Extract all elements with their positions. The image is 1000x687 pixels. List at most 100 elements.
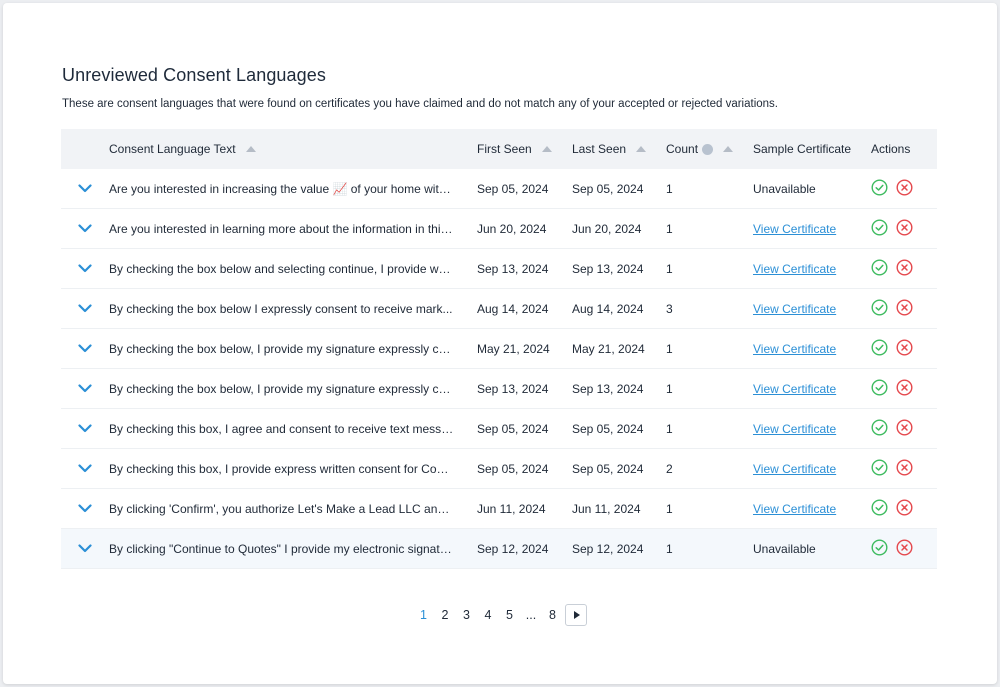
reject-button[interactable] <box>896 418 913 439</box>
reject-button[interactable] <box>896 378 913 399</box>
accept-button[interactable] <box>871 538 888 559</box>
page-number[interactable]: 5 <box>499 608 521 622</box>
info-icon[interactable] <box>702 143 714 155</box>
chevron-down-icon <box>78 464 92 473</box>
consent-text: Are you interested in increasing the val… <box>109 181 454 196</box>
table-row[interactable]: By checking the box below and selecting … <box>61 249 937 289</box>
chevron-down-icon <box>78 504 92 513</box>
view-certificate-link[interactable]: View Certificate <box>753 302 836 316</box>
chevron-down-icon <box>78 304 92 313</box>
expand-row-button[interactable] <box>61 304 109 313</box>
view-certificate-link[interactable]: View Certificate <box>753 262 836 276</box>
table-row[interactable]: By checking the box below, I provide my … <box>61 369 937 409</box>
view-certificate-link[interactable]: View Certificate <box>753 382 836 396</box>
accept-button[interactable] <box>871 498 888 519</box>
actions-cell <box>871 378 937 399</box>
page-number[interactable]: 1 <box>413 608 435 622</box>
table-row[interactable]: By checking this box, I agree and consen… <box>61 409 937 449</box>
header-first-seen[interactable]: First Seen <box>477 142 572 156</box>
chevron-down-icon <box>78 224 92 233</box>
view-certificate-link[interactable]: View Certificate <box>753 462 836 476</box>
actions-cell <box>871 298 937 319</box>
page-number[interactable]: 8 <box>542 608 564 622</box>
expand-row-button[interactable] <box>61 344 109 353</box>
next-page-button[interactable] <box>565 604 588 626</box>
accept-button[interactable] <box>871 458 888 479</box>
page-number[interactable]: 2 <box>434 608 456 622</box>
expand-row-button[interactable] <box>61 464 109 473</box>
sort-up-icon[interactable] <box>723 146 734 152</box>
table-row[interactable]: Are you interested in learning more abou… <box>61 209 937 249</box>
table-row[interactable]: By clicking "Continue to Quotes" I provi… <box>61 529 937 569</box>
last-seen-cell: Sep 13, 2024 <box>572 381 644 396</box>
check-circle-icon <box>871 218 888 239</box>
view-certificate-link[interactable]: View Certificate <box>753 342 836 356</box>
expand-row-button[interactable] <box>61 224 109 233</box>
consent-text-cell: By clicking "Continue to Quotes" I provi… <box>109 542 477 556</box>
header-last-seen[interactable]: Last Seen <box>572 142 666 156</box>
reject-button[interactable] <box>896 178 913 199</box>
table-row[interactable]: By checking the box below I expressly co… <box>61 289 937 329</box>
x-circle-icon <box>896 338 913 359</box>
check-circle-icon <box>871 498 888 519</box>
accept-button[interactable] <box>871 338 888 359</box>
consent-text: Are you interested in learning more abou… <box>109 221 454 236</box>
check-circle-icon <box>871 258 888 279</box>
chevron-down-icon <box>78 184 92 193</box>
accept-button[interactable] <box>871 378 888 399</box>
consent-text-cell: By checking the box below I expressly co… <box>109 302 477 316</box>
page-subtitle: These are consent languages that were fo… <box>62 98 778 110</box>
view-certificate-link[interactable]: View Certificate <box>753 222 836 236</box>
last-seen-cell: Sep 05, 2024 <box>572 181 644 196</box>
accept-button[interactable] <box>871 178 888 199</box>
header-text[interactable]: Consent Language Text <box>109 142 477 156</box>
header-first-seen-label: First Seen <box>477 142 532 156</box>
consent-card: Unreviewed Consent Languages These are c… <box>3 3 997 684</box>
table-row[interactable]: Are you interested in increasing the val… <box>61 169 937 209</box>
table-row[interactable]: By checking this box, I provide express … <box>61 449 937 489</box>
expand-row-button[interactable] <box>61 504 109 513</box>
table-row[interactable]: By checking the box below, I provide my … <box>61 329 937 369</box>
view-certificate-link[interactable]: View Certificate <box>753 422 836 436</box>
header-last-seen-label: Last Seen <box>572 142 627 156</box>
expand-row-button[interactable] <box>61 384 109 393</box>
reject-button[interactable] <box>896 498 913 519</box>
x-circle-icon <box>896 418 913 439</box>
view-certificate-link[interactable]: View Certificate <box>753 502 836 516</box>
reject-button[interactable] <box>896 218 913 239</box>
header-count[interactable]: Count <box>666 142 753 156</box>
accept-button[interactable] <box>871 418 888 439</box>
reject-button[interactable] <box>896 458 913 479</box>
count-cell: 3 <box>666 301 673 316</box>
sort-up-icon[interactable] <box>245 146 256 152</box>
reject-button[interactable] <box>896 298 913 319</box>
expand-row-button[interactable] <box>61 544 109 553</box>
sort-up-icon[interactable] <box>636 146 647 152</box>
expand-row-button[interactable] <box>61 184 109 193</box>
sort-up-icon[interactable] <box>541 146 552 152</box>
page-ellipsis: ... <box>525 608 537 622</box>
first-seen-cell: Sep 12, 2024 <box>477 541 549 556</box>
x-circle-icon <box>896 298 913 319</box>
actions-cell <box>871 218 937 239</box>
actions-cell <box>871 178 937 199</box>
page-number[interactable]: 4 <box>477 608 499 622</box>
expand-row-button[interactable] <box>61 424 109 433</box>
table-header: Consent Language Text First Seen Last Se… <box>61 129 937 169</box>
accept-button[interactable] <box>871 218 888 239</box>
actions-cell <box>871 458 937 479</box>
expand-row-button[interactable] <box>61 264 109 273</box>
table-row[interactable]: By clicking 'Confirm', you authorize Let… <box>61 489 937 529</box>
first-seen-cell: Sep 05, 2024 <box>477 181 549 196</box>
accept-button[interactable] <box>871 258 888 279</box>
reject-button[interactable] <box>896 258 913 279</box>
first-seen-cell: Sep 05, 2024 <box>477 421 549 436</box>
accept-button[interactable] <box>871 298 888 319</box>
consent-table: Consent Language Text First Seen Last Se… <box>61 129 937 569</box>
reject-button[interactable] <box>896 338 913 359</box>
first-seen-cell: Sep 13, 2024 <box>477 381 549 396</box>
consent-text: By checking the box below, I provide my … <box>109 381 454 396</box>
page-number[interactable]: 3 <box>456 608 478 622</box>
reject-button[interactable] <box>896 538 913 559</box>
actions-cell <box>871 498 937 519</box>
